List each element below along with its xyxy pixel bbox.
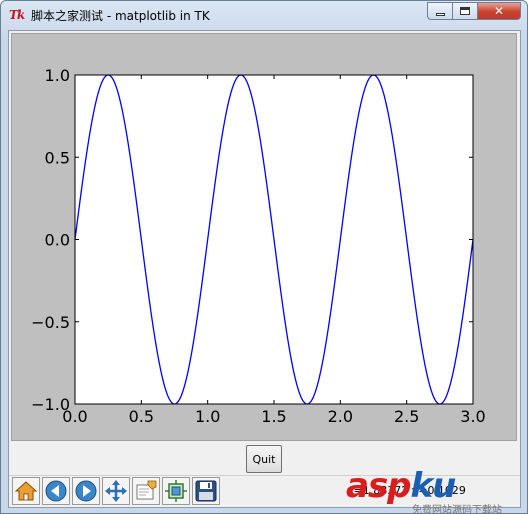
watermark-text: aspku — [346, 466, 457, 506]
x-tick-label: 1.0 — [195, 407, 220, 426]
title-bar[interactable]: Tk 脚本之家测试 - matplotlib in TK ✕ — [1, 1, 527, 29]
zoom-icon — [136, 480, 157, 500]
x-tick-label: 1.5 — [261, 407, 286, 426]
y-tick-label: 0.5 — [45, 148, 70, 167]
pan-button[interactable] — [102, 477, 130, 505]
quit-button[interactable]: Quit — [246, 445, 282, 473]
plot-canvas[interactable]: 0.0 0.5 1.0 1.5 2.0 2.5 3.0 1.0 0.5 0.0 −0.5 −1.0 — [11, 33, 517, 441]
watermark-subtitle: 免费网站源码下载站 — [412, 505, 502, 514]
close-button[interactable]: ✕ — [477, 2, 521, 20]
x-tick-label: 0.5 — [129, 407, 154, 426]
save-icon — [195, 480, 217, 502]
x-tick-label: 2.5 — [394, 407, 419, 426]
y-tick-label: −0.5 — [31, 313, 70, 332]
home-icon — [14, 481, 38, 501]
y-tick-label: 0.0 — [45, 231, 70, 250]
back-icon — [45, 480, 67, 502]
app-window: Tk 脚本之家测试 - matplotlib in TK ✕ 0.0 0.5 1.0… — [0, 0, 528, 514]
close-icon: ✕ — [493, 4, 505, 18]
window-controls: ✕ — [427, 2, 521, 20]
save-button[interactable] — [192, 477, 220, 505]
watermark-asp: asp — [346, 466, 412, 506]
y-tick-label: −1.0 — [31, 395, 70, 414]
sine-chart[interactable]: 0.0 0.5 1.0 1.5 2.0 2.5 3.01.00.50.0−0.5−1.0 — [12, 34, 518, 442]
navigation-toolbar — [12, 477, 222, 505]
zoom-button[interactable] — [132, 477, 160, 505]
maximize-icon — [460, 7, 470, 15]
back-button[interactable] — [42, 477, 70, 505]
minimize-button[interactable] — [427, 2, 453, 20]
watermark-ku: ku — [410, 466, 457, 506]
window-title: 脚本之家测试 - matplotlib in TK — [31, 8, 210, 23]
forward-icon — [75, 480, 97, 502]
tk-logo-icon: Tk — [9, 8, 25, 22]
subplots-icon — [165, 480, 187, 502]
home-button[interactable] — [12, 477, 40, 505]
x-tick-label: 3.0 — [460, 407, 485, 426]
pan-icon — [105, 480, 127, 502]
watermark-logo: aspku 免费网站源码下载站 — [346, 466, 516, 514]
client-area: 0.0 0.5 1.0 1.5 2.0 2.5 3.0 1.0 0.5 0.0 −0.5 −1.0 Q… — [8, 30, 521, 514]
y-tick-label: 1.0 — [45, 66, 70, 85]
x-tick-label: 2.0 — [328, 407, 353, 426]
minimize-icon — [435, 12, 445, 16]
forward-button[interactable] — [72, 477, 100, 505]
maximize-button[interactable] — [452, 2, 478, 20]
subplots-button[interactable] — [162, 477, 190, 505]
